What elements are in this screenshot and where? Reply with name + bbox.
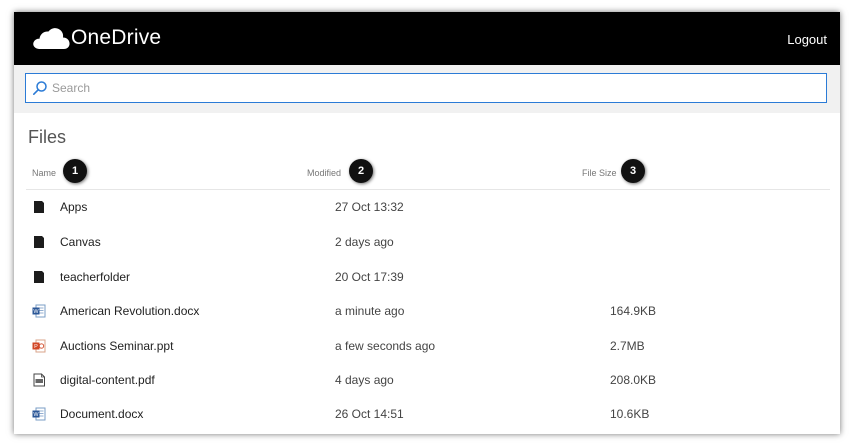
svg-text:W: W <box>33 412 39 418</box>
file-row-auctions-seminar[interactable]: P Auctions Seminar.ppt a few seconds ago… <box>26 329 830 363</box>
cloud-icon <box>33 28 70 49</box>
file-name[interactable]: digital-content.pdf <box>60 373 155 387</box>
file-row-document[interactable]: W Document.docx 26 Oct 14:51 10.6KB <box>26 397 830 431</box>
powerpoint-icon: P <box>32 339 46 353</box>
column-header-name[interactable]: Name <box>32 168 56 178</box>
file-modified: 2 days ago <box>335 235 394 249</box>
callout-badge-1: 1 <box>63 159 87 183</box>
svg-text:W: W <box>33 309 39 315</box>
file-size: 208.0KB <box>610 373 657 387</box>
file-size: 2.7MB <box>610 339 645 353</box>
top-bar: OneDrive Logout <box>14 12 840 65</box>
logout-link[interactable]: Logout <box>787 32 827 47</box>
file-modified: 20 Oct 17:39 <box>335 270 404 284</box>
file-row-teacherfolder[interactable]: teacherfolder 20 Oct 17:39 <box>26 260 830 294</box>
folder-icon <box>34 271 44 283</box>
file-name[interactable]: teacherfolder <box>60 270 130 284</box>
file-modified: 26 Oct 14:51 <box>335 407 404 421</box>
svg-text:P: P <box>34 344 38 350</box>
file-row-apps[interactable]: Apps 27 Oct 13:32 <box>26 190 830 224</box>
search-bar-area <box>14 65 840 113</box>
file-modified: a minute ago <box>335 304 405 318</box>
file-name[interactable]: Apps <box>60 200 87 214</box>
file-name[interactable]: Canvas <box>60 235 101 249</box>
search-box[interactable] <box>25 73 827 103</box>
folder-icon <box>34 236 44 248</box>
onedrive-window: OneDrive Logout Files Name 1 Modified 2 … <box>14 12 840 434</box>
file-modified: 4 days ago <box>335 373 394 387</box>
word-doc-icon: W <box>32 304 46 318</box>
app-title: OneDrive <box>71 26 162 49</box>
file-row-digital-content[interactable]: digital-content.pdf 4 days ago 208.0KB <box>26 363 830 397</box>
file-row-american-revolution[interactable]: W American Revolution.docx a minute ago … <box>26 294 830 328</box>
word-doc-icon: W <box>32 407 46 421</box>
callout-badge-3: 3 <box>621 159 645 183</box>
file-name[interactable]: Auctions Seminar.ppt <box>60 339 173 353</box>
file-row-canvas[interactable]: Canvas 2 days ago <box>26 225 830 259</box>
column-header-modified[interactable]: Modified <box>307 168 341 178</box>
search-input[interactable] <box>52 74 812 102</box>
file-name[interactable]: Document.docx <box>60 407 143 421</box>
search-icon <box>32 81 47 95</box>
folder-icon <box>34 201 44 213</box>
file-name[interactable]: American Revolution.docx <box>60 304 199 318</box>
file-size: 10.6KB <box>610 407 650 421</box>
file-modified: 27 Oct 13:32 <box>335 200 404 214</box>
file-size: 164.9KB <box>610 304 657 318</box>
page-title: Files <box>28 127 67 147</box>
callout-badge-2: 2 <box>349 159 373 183</box>
pdf-icon <box>33 373 45 387</box>
column-header-file-size[interactable]: File Size <box>582 168 617 178</box>
file-modified: a few seconds ago <box>335 339 436 353</box>
